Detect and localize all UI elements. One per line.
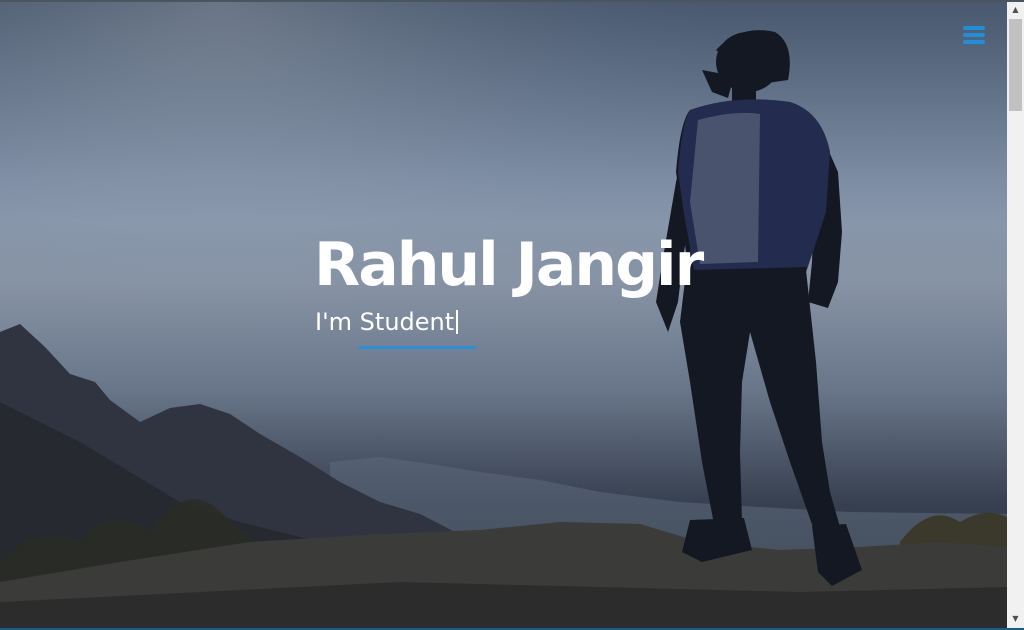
hero-subtitle: I'm Student: [315, 308, 459, 336]
title-underline: [359, 346, 476, 349]
scroll-up-arrow-icon[interactable]: ▲: [1007, 3, 1024, 17]
hero-section: Rahul Jangir I'm Student: [0, 2, 1007, 628]
menu-bar-middle: [963, 33, 985, 37]
typed-text: I'm Student: [315, 308, 455, 336]
hamburger-menu-icon[interactable]: [961, 24, 987, 46]
menu-bar-top: [963, 26, 985, 30]
browser-viewport: Rahul Jangir I'm Student ▲ ▼: [0, 0, 1024, 630]
scrollbar-thumb[interactable]: [1009, 19, 1022, 111]
typing-cursor: [456, 310, 459, 334]
menu-bar-bottom: [963, 40, 985, 44]
scroll-down-arrow-icon[interactable]: ▼: [1007, 612, 1024, 626]
vertical-scrollbar[interactable]: ▲ ▼: [1007, 2, 1024, 628]
hero-title: Rahul Jangir: [314, 230, 704, 300]
hero-background-photo: [0, 2, 1007, 628]
